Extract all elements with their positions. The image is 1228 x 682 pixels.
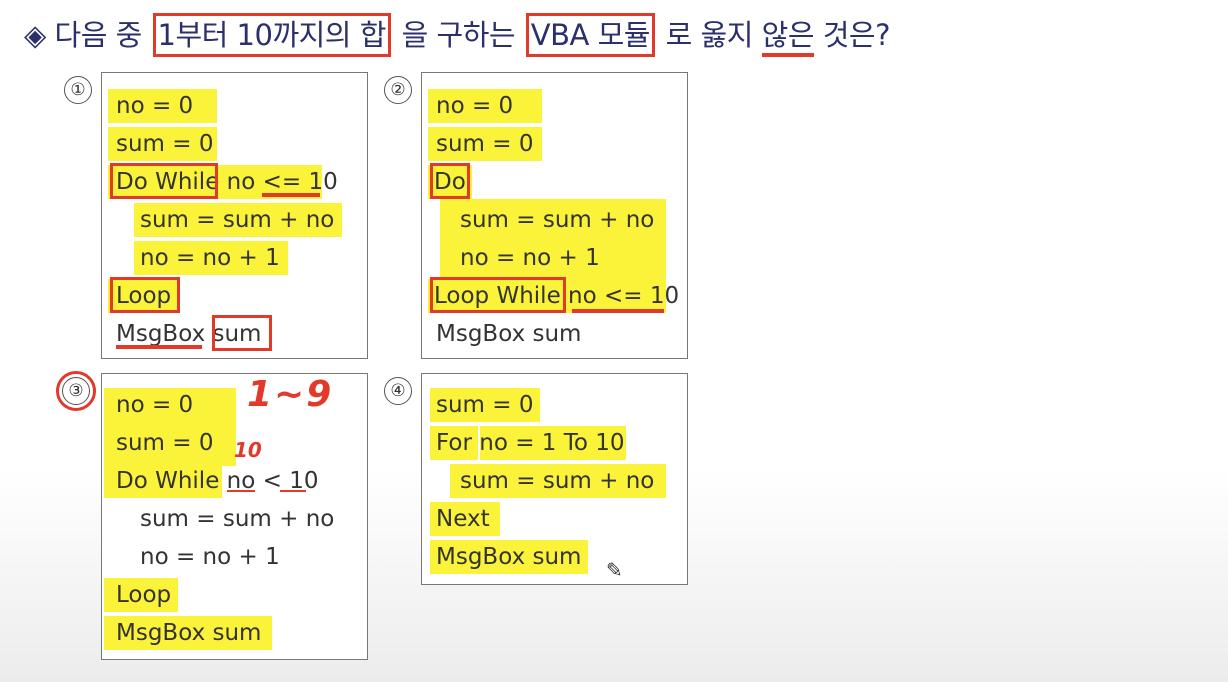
code-line: Do While no < 10: [116, 468, 319, 494]
code-line: Loop: [116, 582, 172, 608]
red-underline-condition: [572, 309, 664, 313]
code-line: sum = 0: [436, 392, 534, 418]
code-line: MsgBox sum: [436, 321, 582, 347]
code-line: Next: [436, 506, 490, 532]
question-underline-not: 않은: [761, 17, 815, 57]
code-line: sum = 0: [436, 131, 534, 157]
option-1-code-panel: no = 0 sum = 0 Do While no <= 10 sum = s…: [101, 72, 368, 359]
question-post1: 로 옳지: [665, 18, 754, 52]
option-3-code-panel: no = 0 sum = 0 Do While no < 10 sum = su…: [101, 373, 368, 660]
code-line: For no = 1 To 10: [436, 430, 625, 456]
red-box-sum: [212, 315, 272, 351]
question-pre: 다음 중: [54, 18, 143, 52]
code-line: sum = sum + no: [140, 207, 335, 233]
red-box-loop-while: [430, 277, 566, 313]
option-4-code-panel: sum = 0 For no = 1 To 10 sum = sum + no …: [421, 373, 688, 585]
code-line: sum = sum + no: [460, 468, 655, 494]
red-box-do: [430, 163, 470, 199]
red-underline-ten: [280, 490, 306, 492]
pencil-cursor-icon: ✎: [606, 558, 623, 582]
question-mid: 을 구하는: [401, 18, 516, 52]
handwritten-ten-note: 10: [234, 438, 262, 462]
code-line: sum = sum + no: [460, 207, 655, 233]
red-underline-msgbox: [116, 345, 202, 349]
option-4-number[interactable]: ④: [384, 377, 412, 405]
code-line: sum = 0: [116, 430, 214, 456]
red-underline-operator: [262, 193, 320, 197]
question-text: ◈ 다음 중 1부터 10까지의 합 을 구하는 VBA 모듈 로 옳지 않은 …: [24, 10, 891, 60]
code-line: no = no + 1: [460, 245, 600, 271]
red-box-do-while: [110, 163, 218, 199]
question-highlight-range: 1부터 10까지의 합: [152, 13, 391, 57]
code-line: no = 0: [116, 392, 194, 418]
code-line: no = 0: [116, 93, 194, 119]
handwritten-range-note: 1~9: [247, 374, 334, 415]
option-3-number[interactable]: ③: [56, 371, 96, 411]
red-underline-no: [227, 490, 255, 492]
question-highlight-vba: VBA 모듈: [525, 13, 655, 57]
question-bullet: ◈: [24, 18, 46, 52]
option-2-code-panel: no = 0 sum = 0 Do sum = sum + no no = no…: [421, 72, 688, 359]
question-post2: 것은?: [822, 18, 891, 52]
code-line: no = no + 1: [140, 544, 280, 570]
code-line: no = no + 1: [140, 245, 280, 271]
option-2-number[interactable]: ②: [384, 76, 412, 104]
code-line: sum = sum + no: [140, 506, 335, 532]
code-line: MsgBox sum: [116, 620, 262, 646]
code-line: no = 0: [436, 93, 514, 119]
option-1-number[interactable]: ①: [64, 76, 92, 104]
code-line: MsgBox sum: [436, 544, 582, 570]
red-box-loop: [110, 277, 180, 313]
code-line: sum = 0: [116, 131, 214, 157]
